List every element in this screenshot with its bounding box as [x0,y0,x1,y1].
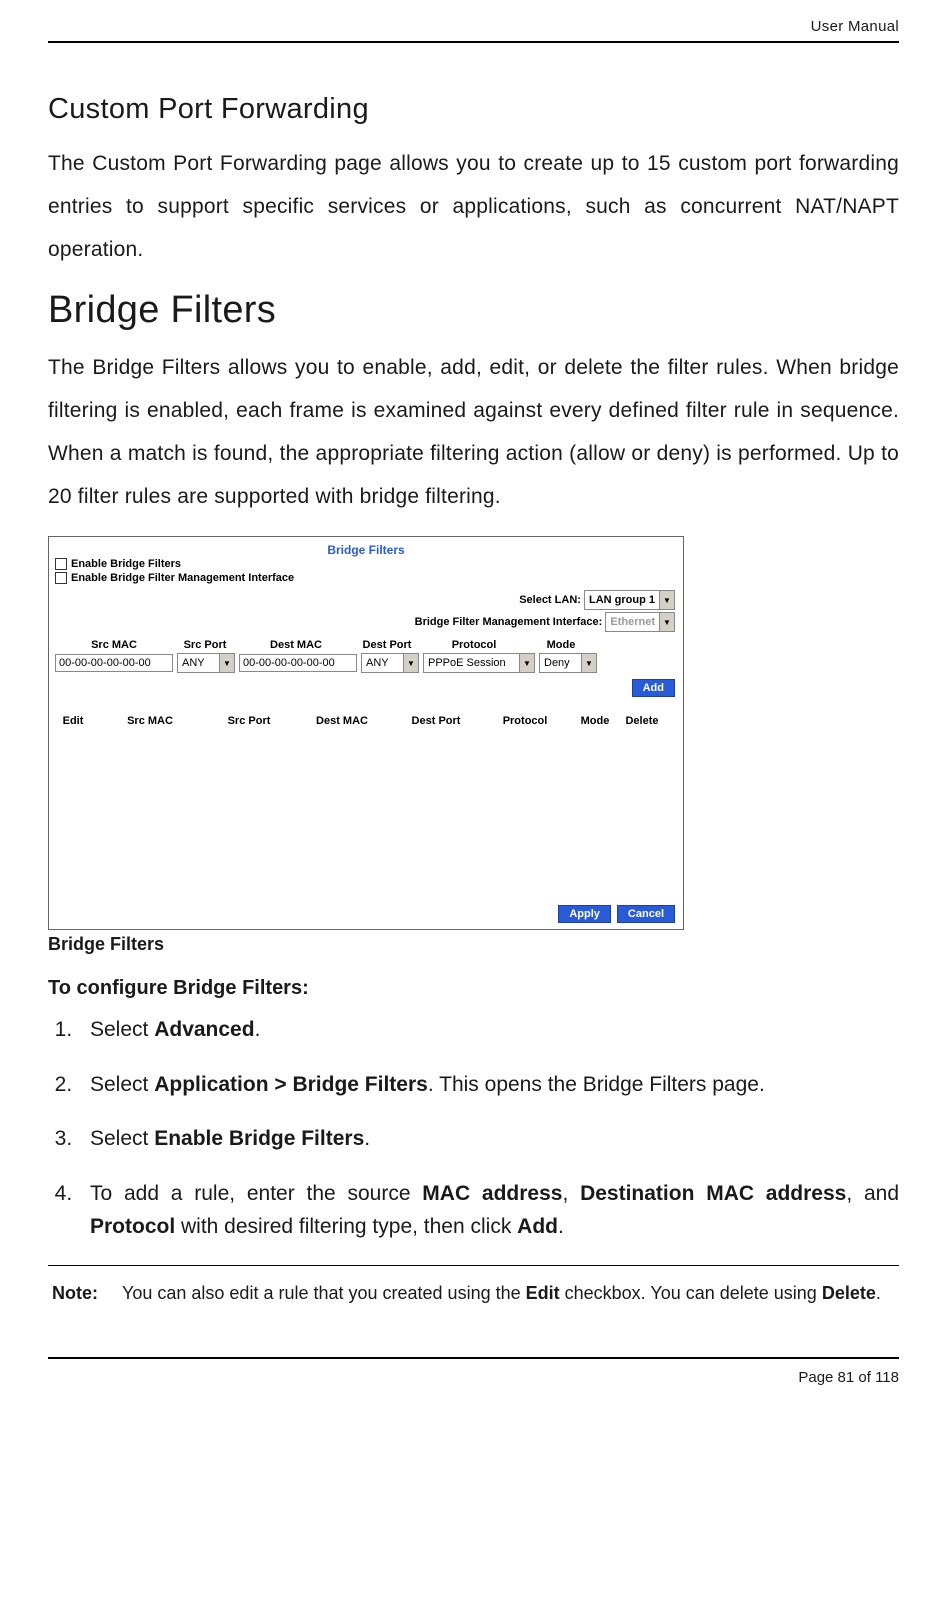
heading-custom-port-forwarding: Custom Port Forwarding [48,93,899,126]
note-bold: Edit [526,1283,560,1303]
col-dest-port: Dest Port [359,639,415,651]
input-dest-mac[interactable] [239,654,357,672]
heading-bridge-filters: Bridge Filters [48,289,899,332]
step-text: . [255,1018,261,1041]
chevron-down-icon: ▼ [403,654,418,672]
step-bold: Advanced [154,1018,254,1041]
step-3: Select Enable Bridge Filters. [78,1123,899,1156]
select-lan-value: LAN group 1 [585,594,659,606]
select-protocol-value: PPPoE Session [424,657,519,669]
note-text-part: You can also edit a rule that you create… [122,1283,526,1303]
col2-dest-port: Dest Port [395,715,477,727]
note-bold: Delete [822,1283,876,1303]
note-text: You can also edit a rule that you create… [122,1280,895,1307]
step-bold: MAC address [422,1182,562,1205]
input-src-mac[interactable] [55,654,173,672]
note-row: Note: You can also edit a rule that you … [48,1266,899,1321]
label-bf-mgmt-iface: Bridge Filter Management Interface: [415,616,603,628]
step-bold: Protocol [90,1215,175,1238]
col-mode: Mode [533,639,589,651]
add-button[interactable]: Add [632,679,675,697]
col-dest-mac: Dest MAC [237,639,355,651]
step-text: . This opens the Bridge Filters page. [428,1073,765,1096]
select-bf-mgmt-iface-value: Ethernet [606,616,659,628]
select-lan[interactable]: LAN group 1 ▼ [584,590,675,610]
col2-src-mac: Src MAC [95,715,205,727]
heading-configure: To configure Bridge Filters: [48,977,899,1000]
col2-edit: Edit [55,715,91,727]
col2-dest-mac: Dest MAC [293,715,391,727]
select-mode[interactable]: Deny ▼ [539,653,597,673]
select-dest-port[interactable]: ANY ▼ [361,653,419,673]
select-src-port[interactable]: ANY ▼ [177,653,235,673]
chevron-down-icon: ▼ [581,654,596,672]
apply-button[interactable]: Apply [558,905,611,923]
doc-header: User Manual [48,18,899,41]
col2-protocol: Protocol [481,715,569,727]
col-src-mac: Src MAC [55,639,173,651]
select-bf-mgmt-iface: Ethernet ▼ [605,612,675,632]
note-text-part: checkbox. You can delete using [560,1283,822,1303]
steps-list: Select Advanced. Select Application > Br… [78,1014,899,1243]
col-protocol: Protocol [419,639,529,651]
note-text-part: . [876,1283,881,1303]
page-footer: Page 81 of 118 [48,1359,899,1404]
step-text: with desired filtering type, then click [175,1215,517,1238]
para-custom-port-forwarding: The Custom Port Forwarding page allows y… [48,142,899,271]
chevron-down-icon: ▼ [519,654,534,672]
screenshot-title: Bridge Filters [49,537,683,557]
select-src-port-value: ANY [178,657,219,669]
col2-src-port: Src Port [209,715,289,727]
chevron-down-icon: ▼ [219,654,234,672]
col2-delete: Delete [621,715,663,727]
step-bold: Enable Bridge Filters [154,1127,364,1150]
step-text: . [558,1215,564,1238]
step-text: Select [90,1127,154,1150]
checkbox-enable-bf-mgmt-iface[interactable] [55,572,67,584]
figure-caption: Bridge Filters [48,934,899,955]
note-label: Note: [52,1283,98,1304]
step-1: Select Advanced. [78,1014,899,1047]
header-rule [48,41,899,43]
bridge-filters-screenshot: Bridge Filters Enable Bridge Filters Ena… [48,536,684,930]
step-bold: Destination MAC address [580,1182,846,1205]
col2-mode: Mode [573,715,617,727]
step-text: , [562,1182,580,1205]
label-enable-bf-mgmt-iface: Enable Bridge Filter Management Interfac… [71,572,294,584]
step-2: Select Application > Bridge Filters. Thi… [78,1069,899,1102]
col-src-port: Src Port [177,639,233,651]
select-mode-value: Deny [540,657,581,669]
step-text: To add a rule, enter the source [90,1182,422,1205]
select-protocol[interactable]: PPPoE Session ▼ [423,653,535,673]
checkbox-enable-bridge-filters[interactable] [55,558,67,570]
step-text: Select [90,1018,154,1041]
chevron-down-icon: ▼ [659,591,674,609]
step-bold: Add [517,1215,558,1238]
step-4: To add a rule, enter the source MAC addr… [78,1178,899,1243]
label-enable-bridge-filters: Enable Bridge Filters [71,558,181,570]
step-text: Select [90,1073,154,1096]
select-dest-port-value: ANY [362,657,403,669]
cancel-button[interactable]: Cancel [617,905,675,923]
para-bridge-filters: The Bridge Filters allows you to enable,… [48,346,899,518]
chevron-down-icon: ▼ [659,613,674,631]
step-text: . [364,1127,370,1150]
step-text: , and [846,1182,899,1205]
label-select-lan: Select LAN: [519,594,581,606]
step-bold: Application > Bridge Filters [154,1073,428,1096]
